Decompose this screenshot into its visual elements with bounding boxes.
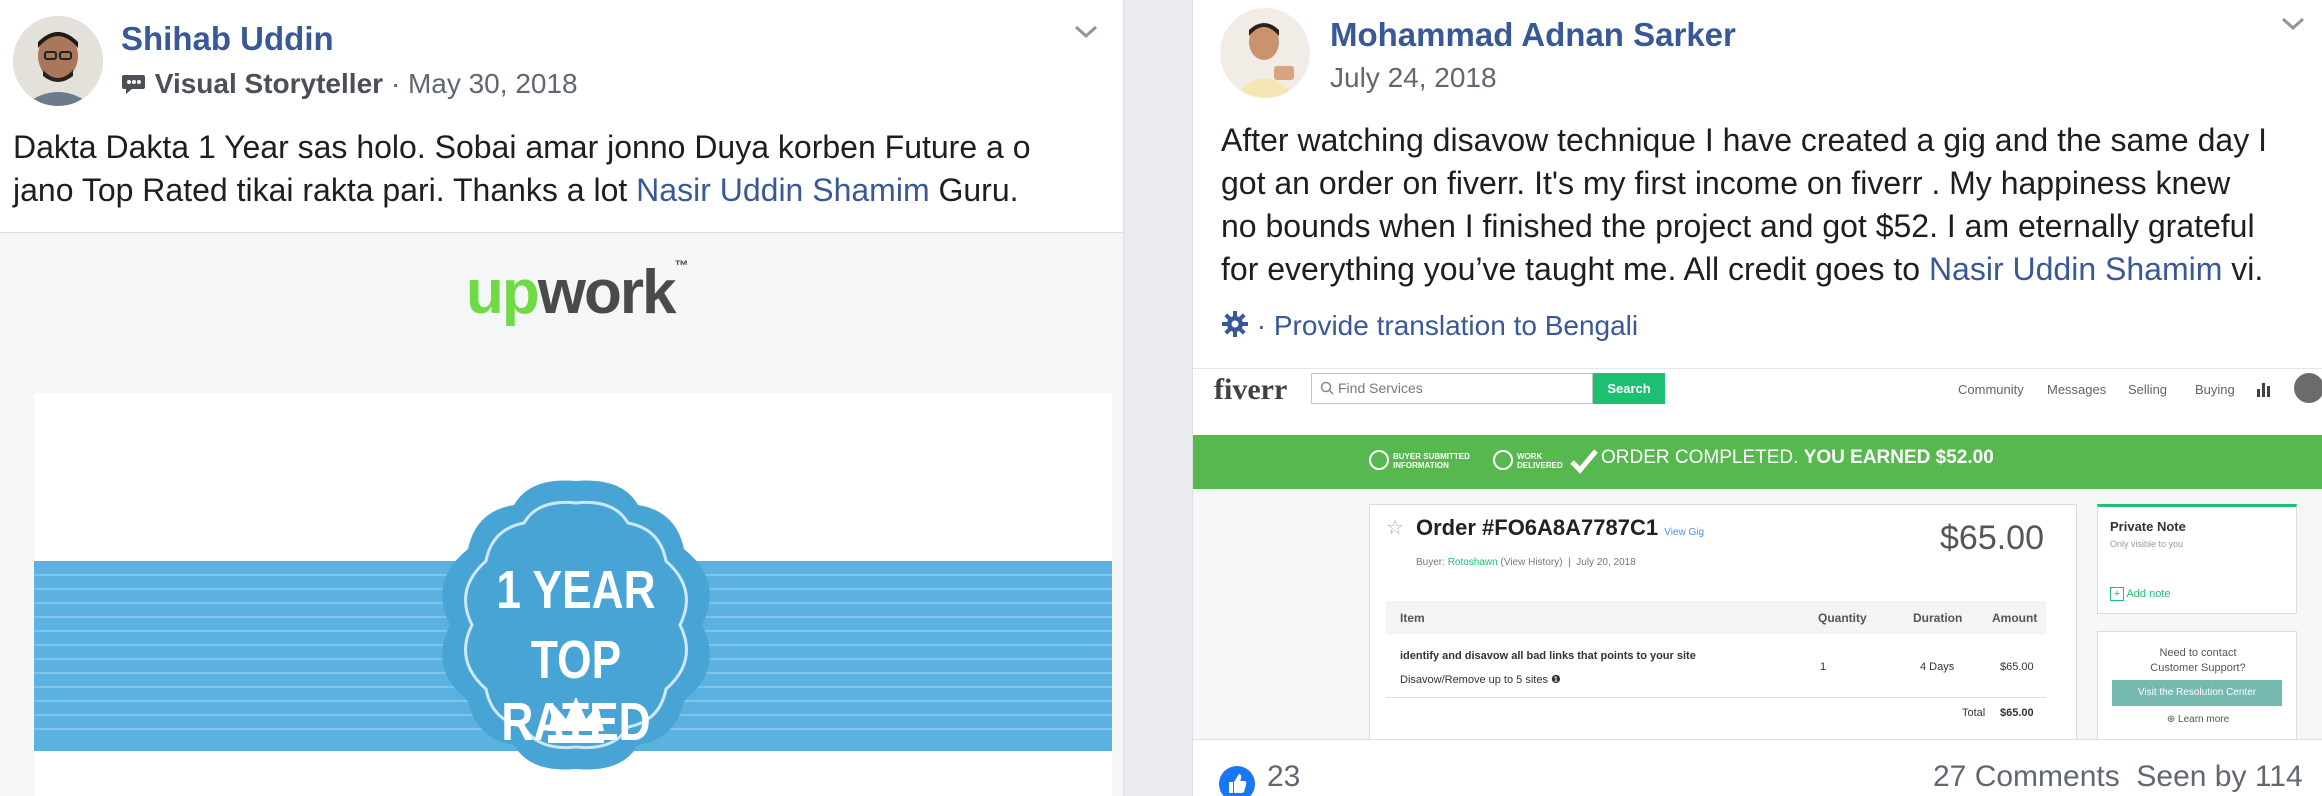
post-text: After watching disavow technique I have … [1221,119,2321,291]
nav-community: Community [1958,382,2024,397]
col-quantity: Quantity [1818,611,1867,625]
order-price: $65.00 [1940,519,2044,557]
badge-label[interactable]: Visual Storyteller [155,68,383,99]
post-text-line: got an order on fiverr. It's my first in… [1221,165,2231,201]
chevron-down-icon[interactable] [2275,6,2311,42]
buyer-info: Buyer: Rotoshawn (View History) | July 2… [1416,557,1636,568]
add-note: + Add note [2110,587,2171,601]
upwork-image[interactable]: upwork™ 1 YEAR TOP RATED [0,232,1123,796]
col-item: Item [1400,611,1425,625]
nav-buying: Buying [2195,382,2235,397]
upwork-logo: upwork™ [466,257,688,327]
check-circle-icon [1493,450,1513,470]
separator: · [390,68,401,99]
fiverr-header: fiverr Find Services Search Community Me… [1193,369,2322,435]
post-left: Shihab Uddin Visual Storyteller · May 30… [0,0,1124,796]
post-text-line: After watching disavow technique I have … [1221,122,2267,158]
fiverr-screenshot[interactable]: fiverr Find Services Search Community Me… [1193,368,2322,740]
completed-text: ORDER COMPLETED. YOU EARNED $52.00 [1601,447,1994,468]
plus-icon: + [2110,587,2124,601]
nav-selling: Selling [2128,382,2168,397]
support-text: Need to contact Customer Support? [2150,647,2246,674]
order-card: ☆ Order #FO6A8A7787C1 View Gig Buyer: Ro… [1369,504,2077,739]
post-text-line1: Dakta Dakta 1 Year sas holo. Sobai amar … [13,129,1031,165]
checkmark-icon [1570,449,1598,474]
chat-bubble-icon [121,71,147,95]
star-icon: ☆ [1386,517,1404,539]
badge-line2: TOP RATED [501,630,651,752]
badge-line1: 1 YEAR [496,560,656,620]
like-icon[interactable] [1219,766,1255,796]
col-duration: Duration [1913,611,1963,625]
mention-link[interactable]: Nasir Uddin Shamim [1929,251,2222,287]
private-note-panel: Private Note Only visible to you + Add n… [2097,504,2297,614]
post-text-line: no bounds when I finished the project an… [1221,208,2255,244]
plus-circle-icon: ⊕ [2166,714,2176,725]
post-right: Mohammad Adnan Sarker July 24, 2018 Afte… [1192,0,2322,796]
person-icon [1220,8,1310,98]
avatar-adnan[interactable] [1220,8,1310,98]
post-text: Dakta Dakta 1 Year sas holo. Sobai amar … [13,126,1113,212]
support-panel: Need to contact Customer Support? Visit t… [2097,631,2297,739]
mention-link[interactable]: Nasir Uddin Shamim [636,172,929,208]
step-submitted: BUYER SUBMITTED INFORMATION [1393,452,1470,470]
search-icon [1320,381,1334,395]
item-sub: Disavow/Remove up to 5 sites ❶ [1400,674,1561,686]
order-completed-banner: BUYER SUBMITTED INFORMATION WORK DELIVERED… [1193,435,2322,489]
avatar-shihab[interactable] [13,16,103,106]
item-title: identify and disavow all bad links that … [1400,650,1696,662]
item-duration: 4 Days [1920,661,1955,673]
step-delivered: WORK DELIVERED [1517,452,1563,470]
divider [1386,697,2046,698]
item-amount: $65.00 [2000,661,2034,673]
top-rated-card: 1 YEAR TOP RATED [34,393,1112,796]
nav-messages: Messages [2047,382,2107,397]
comments-seen[interactable]: 27 Comments Seen by 114 [1933,760,2303,794]
col-amount: Amount [1992,611,2038,625]
fiverr-logo: fiverr [1214,373,1288,406]
author-name[interactable]: Shihab Uddin [121,20,334,58]
check-circle-icon [1369,450,1389,470]
translate-row[interactable]: · Provide translation to Bengali [1221,310,1638,342]
author-name[interactable]: Mohammad Adnan Sarker [1330,16,1736,54]
resolution-center-button: Visit the Resolution Center [2112,680,2282,706]
like-count[interactable]: 23 [1267,760,1300,794]
avatar [2294,373,2322,403]
gear-icon [1221,310,1249,338]
post-text-line2: jano Top Rated tikai rakta pari. Thanks … [13,172,1019,208]
post-date[interactable]: May 30, 2018 [408,68,578,99]
total-value: $65.00 [2000,707,2034,719]
translate-link[interactable]: · Provide translation to Bengali [1257,310,1638,341]
item-quantity: 1 [1820,661,1827,673]
chevron-down-icon[interactable] [1068,14,1104,50]
search-input: Find Services [1311,373,1593,404]
post-date[interactable]: July 24, 2018 [1330,62,1497,94]
search-button: Search [1593,373,1665,404]
learn-more: ⊕ Learn more [2166,714,2230,725]
post-meta: Visual Storyteller · May 30, 2018 [121,68,578,100]
person-icon [13,16,103,106]
info-icon: ❶ [1551,674,1561,686]
private-note-sub: Only visible to you [2110,539,2184,549]
total-label: Total [1962,707,1986,719]
order-title: Order #FO6A8A7787C1 View Gig [1416,515,1705,540]
post-text-line: for everything you’ve taught me. All cre… [1221,251,2264,287]
private-note-title: Private Note [2110,519,2186,534]
bar-chart-icon [2257,383,2270,397]
